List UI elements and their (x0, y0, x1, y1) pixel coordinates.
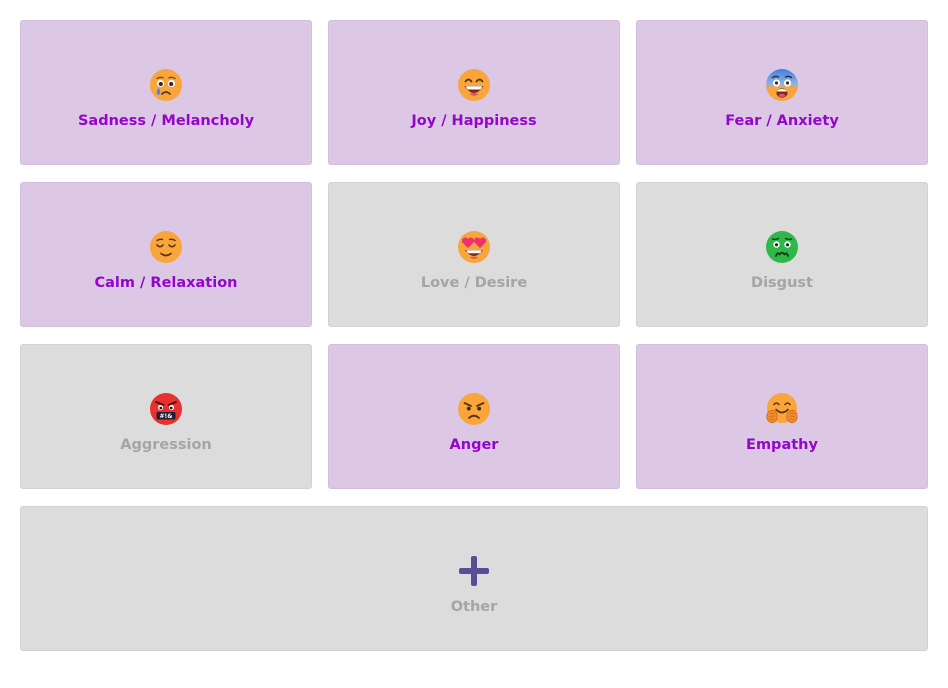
category-label: Sadness / Melancholy (77, 113, 255, 129)
category-card-calm[interactable]: Calm / Relaxation (20, 182, 312, 327)
grinning-face-icon (458, 69, 490, 101)
hugging-face-icon (766, 393, 798, 424)
category-card-love[interactable]: Love / Desire (328, 182, 620, 327)
relieved-face-icon (150, 231, 182, 263)
svg-text:#!&: #!& (160, 413, 173, 420)
emotion-category-grid: Sadness / Melancholy Joy / Happiness Fea… (20, 20, 928, 651)
nauseated-face-icon (766, 231, 798, 263)
category-card-disgust[interactable]: Disgust (636, 182, 928, 327)
plus-icon (459, 556, 489, 586)
crying-face-icon (150, 69, 182, 101)
category-card-joy[interactable]: Joy / Happiness (328, 20, 620, 165)
category-card-empathy[interactable]: Empathy (636, 344, 928, 489)
category-label: Other (450, 599, 498, 615)
fearful-face-icon (766, 69, 798, 101)
category-card-anger[interactable]: Anger (328, 344, 620, 489)
category-card-other[interactable]: Other (20, 506, 928, 651)
category-label: Calm / Relaxation (94, 275, 238, 291)
angry-face-icon (458, 393, 490, 425)
heart-eyes-face-icon (458, 231, 490, 263)
category-card-fear[interactable]: Fear / Anxiety (636, 20, 928, 165)
category-label: Empathy (746, 437, 818, 453)
category-label: Fear / Anxiety (725, 113, 839, 129)
category-label: Disgust (751, 275, 813, 291)
category-label: Anger (449, 437, 499, 453)
category-label: Joy / Happiness (411, 113, 537, 129)
category-label: Aggression (120, 437, 212, 453)
category-label: Love / Desire (420, 275, 528, 291)
cursing-face-icon: #!& (150, 393, 182, 425)
category-card-sadness[interactable]: Sadness / Melancholy (20, 20, 312, 165)
category-card-aggression[interactable]: #!& Aggression (20, 344, 312, 489)
